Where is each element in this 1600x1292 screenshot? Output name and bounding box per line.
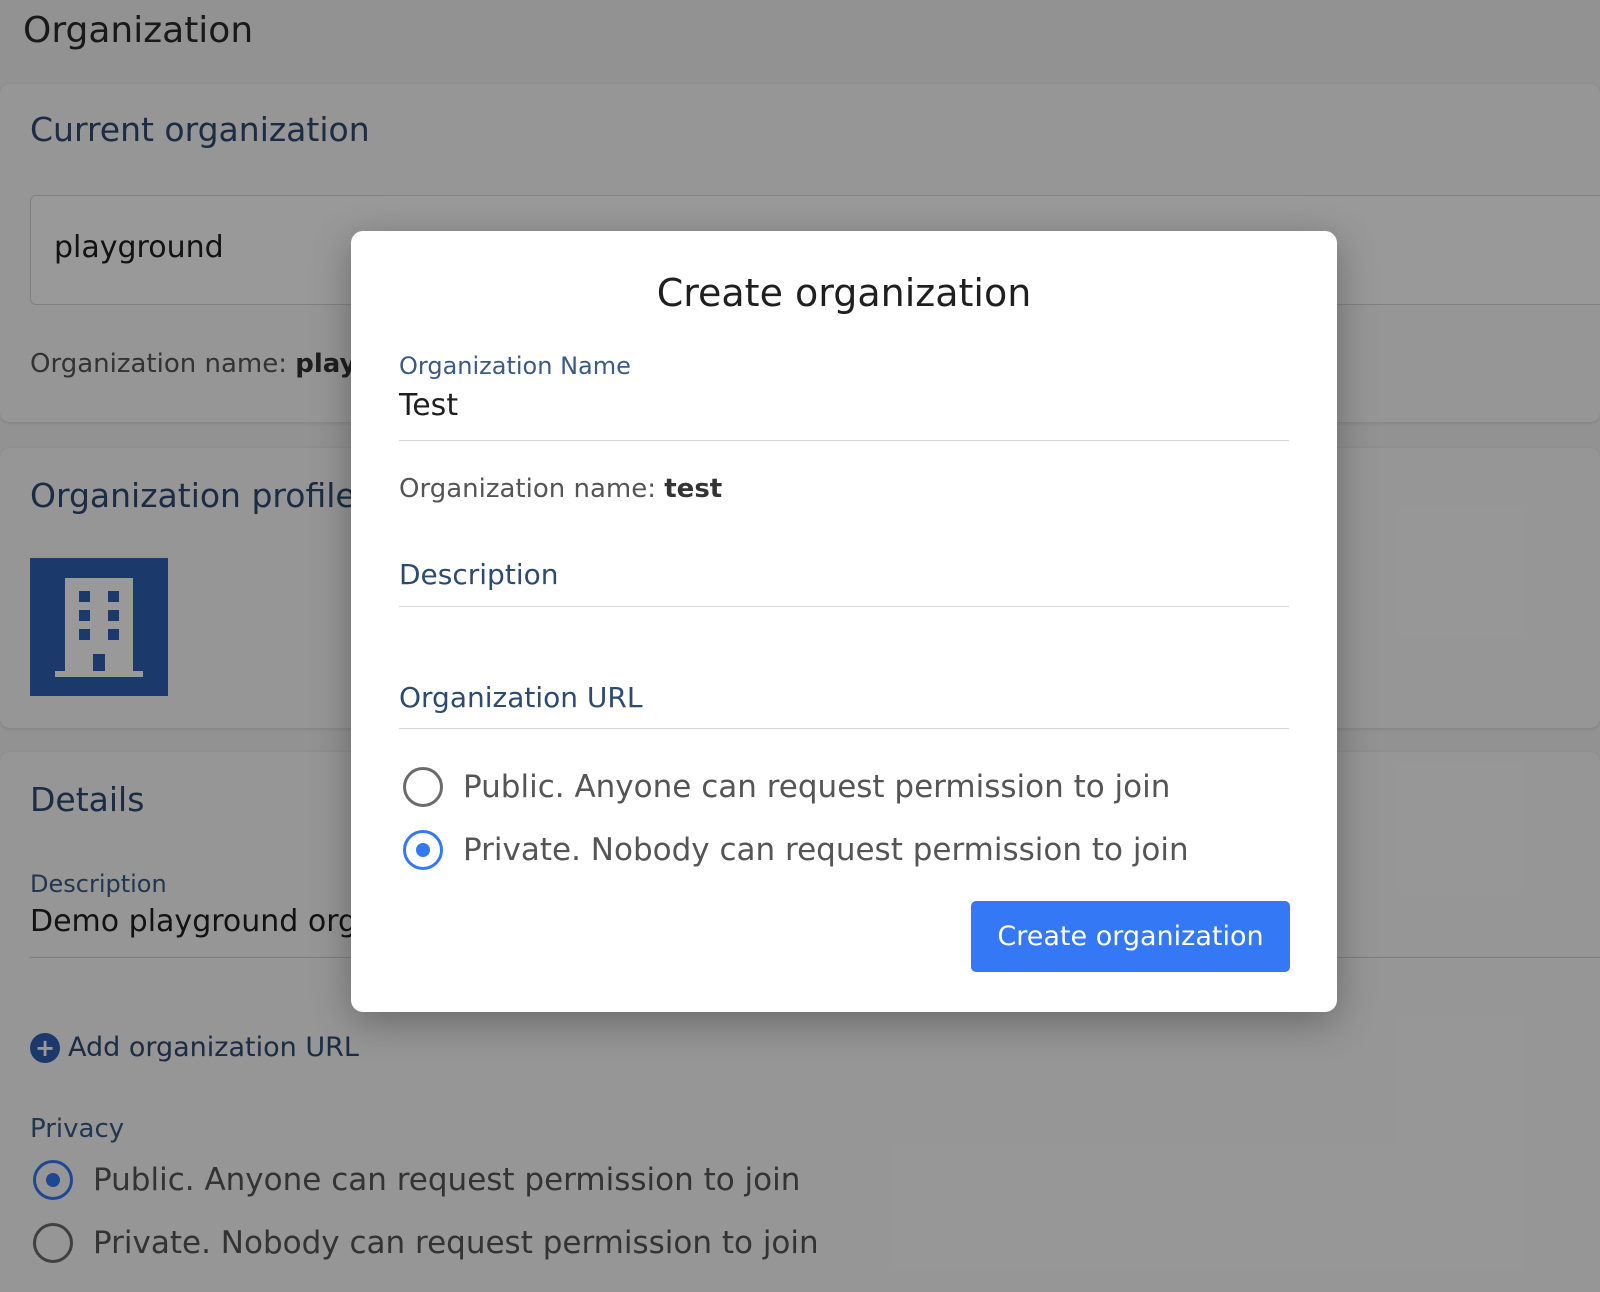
description-field[interactable]: Description [399, 558, 558, 591]
dialog-title: Create organization [656, 271, 1032, 315]
modal-privacy-public-radio[interactable] [403, 767, 443, 807]
organization-name-label: Organization Name [399, 352, 631, 380]
organization-url-underline [399, 728, 1289, 729]
organization-name-input[interactable]: Test [399, 388, 458, 423]
modal-name-hint-value: test [664, 474, 723, 504]
modal-privacy-public-option[interactable]: Public. Anyone can request permission to… [403, 767, 1170, 807]
modal-privacy-public-label: Public. Anyone can request permission to… [463, 769, 1171, 805]
modal-privacy-private-radio[interactable] [403, 830, 443, 870]
modal-name-hint-label: Organization name: [399, 474, 656, 504]
create-organization-button[interactable]: Create organization [971, 901, 1290, 972]
create-organization-dialog: Create organization Organization Name Te… [351, 231, 1337, 1012]
description-underline-modal [399, 606, 1289, 607]
modal-privacy-private-option[interactable]: Private. Nobody can request permission t… [403, 830, 1189, 870]
modal-organization-name-hint: Organization name: test [399, 474, 722, 504]
modal-privacy-private-label: Private. Nobody can request permission t… [463, 832, 1189, 868]
organization-name-underline [399, 440, 1289, 441]
organization-url-field[interactable]: Organization URL [399, 681, 642, 714]
